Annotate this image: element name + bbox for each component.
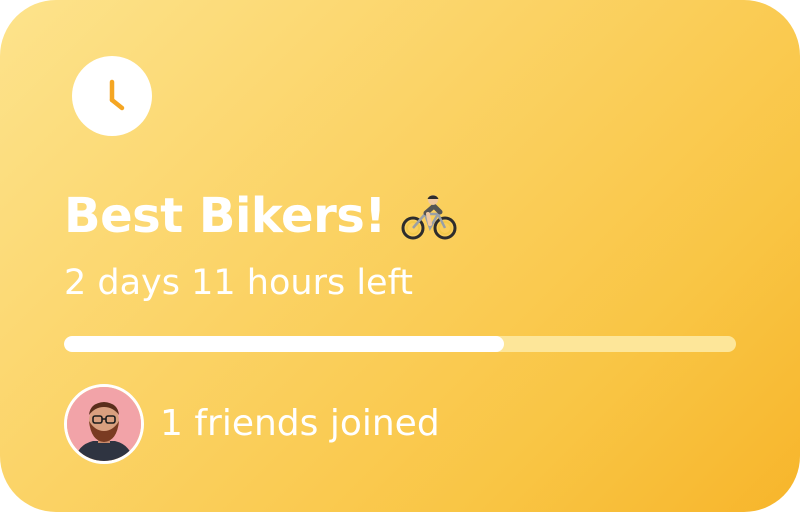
time-left-label: 2 days 11 hours left	[64, 263, 414, 303]
progress-bar-fill	[64, 336, 505, 352]
friend-avatar[interactable]	[64, 384, 144, 464]
title-row: Best Bikers!	[64, 184, 458, 248]
avatar-image	[67, 387, 141, 461]
friends-joined-label: 1 friends joined	[160, 403, 440, 444]
friends-row[interactable]: 1 friends joined	[64, 384, 440, 464]
progress-bar	[64, 336, 736, 352]
challenge-card[interactable]: Best Bikers! 2 days 11 hours left 1 frie…	[0, 0, 800, 512]
clock-icon	[109, 79, 125, 111]
challenge-title: Best Bikers!	[64, 188, 386, 244]
clock-badge	[72, 56, 152, 136]
person-biking-emoji-icon	[401, 195, 457, 240]
